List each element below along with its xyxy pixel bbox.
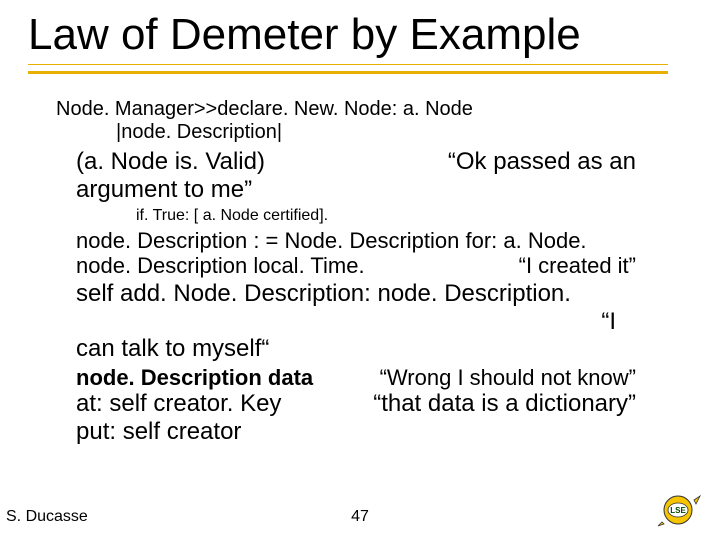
title-underline: [28, 64, 668, 74]
code-guard-comment: “Ok passed as an: [448, 148, 636, 176]
slide-title: Law of Demeter by Example: [28, 10, 581, 60]
code-data-left: node. Description data: [76, 365, 313, 390]
code-can-talk: can talk to myself“: [76, 335, 676, 363]
slide-body: Node. Manager>>declare. New. Node: a. No…: [56, 98, 676, 445]
footer-page-number: 47: [351, 508, 369, 526]
code-assign2-left: node. Description local. Time.: [76, 253, 365, 278]
code-assign2-right: “I created it”: [519, 253, 636, 278]
code-guard-cont: argument to me”: [76, 176, 676, 204]
code-data-right: “Wrong I should not know”: [380, 365, 636, 390]
code-temp-vars: |node. Description|: [116, 121, 676, 144]
logo-text: LSE: [670, 506, 686, 515]
code-self-add: self add. Node. Description: node. Descr…: [76, 280, 676, 308]
lse-logo-icon: LSE: [656, 490, 702, 530]
code-guard-expr: (a. Node is. Valid): [76, 148, 265, 176]
slide: Law of Demeter by Example Node. Manager>…: [0, 0, 720, 540]
code-assign1: node. Description : = Node. Description …: [76, 228, 676, 253]
code-quote-i: “I: [56, 308, 616, 336]
code-at-right: “that data is a dictionary”: [373, 390, 636, 418]
code-put: put: self creator: [76, 418, 676, 446]
code-method-header: Node. Manager>>declare. New. Node: a. No…: [56, 98, 676, 121]
footer-author: S. Ducasse: [6, 508, 88, 526]
code-iftrue: if. True: [ a. Node certified].: [136, 207, 676, 225]
code-at-left: at: self creator. Key: [76, 390, 281, 418]
